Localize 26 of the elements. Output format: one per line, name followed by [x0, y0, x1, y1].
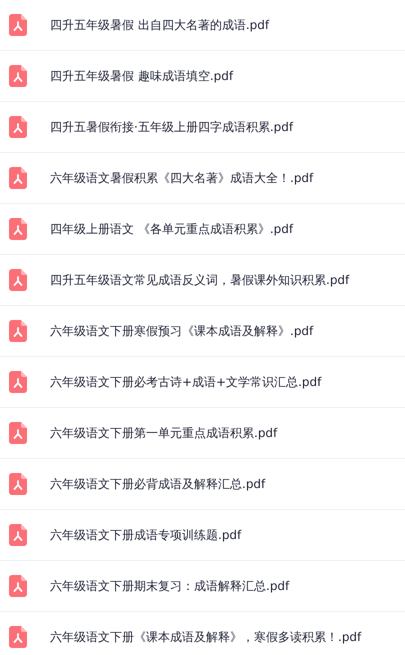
pdf-file-icon: [9, 371, 27, 393]
pdf-file-icon: [9, 14, 27, 36]
file-name[interactable]: 四升五年级暑假 出自四大名著的成语.pdf: [50, 16, 270, 34]
file-name[interactable]: 六年级语文暑假积累《四大名著》成语大全！.pdf: [50, 170, 314, 186]
file-name[interactable]: 四年级上册语文 《各单元重点成语积累》.pdf: [50, 220, 294, 238]
file-name[interactable]: 六年级语文下册必考古诗+成语+文学常识汇总.pdf: [50, 374, 322, 390]
file-name[interactable]: 六年级语文下册成语专项训练题.pdf: [50, 526, 242, 544]
pdf-file-icon: [9, 218, 27, 240]
pdf-file-icon: [9, 575, 27, 597]
file-name[interactable]: 六年级语文下册必背成语及解释汇总.pdf: [50, 476, 266, 492]
file-name[interactable]: 四升五年级暑假 趣味成语填空.pdf: [50, 68, 234, 84]
pdf-file-icon: [9, 422, 27, 444]
pdf-file-icon: [9, 320, 27, 342]
file-name[interactable]: 六年级语文下册《课本成语及解释》，寒假多读积累！.pdf: [50, 628, 362, 646]
pdf-file-icon: [9, 116, 27, 138]
file-name[interactable]: 四升五暑假衔接·五年级上册四字成语积累.pdf: [50, 118, 294, 136]
file-name[interactable]: 六年级语文下册第一单元重点成语积累.pdf: [50, 424, 278, 442]
file-name[interactable]: 六年级语文下册寒假预习《课本成语及解释》.pdf: [50, 322, 314, 340]
pdf-file-icon: [9, 473, 27, 495]
file-name[interactable]: 六年级语文下册期末复习：成语解释汇总.pdf: [50, 578, 290, 594]
pdf-file-icon: [9, 626, 27, 648]
pdf-file-icon: [9, 524, 27, 546]
pdf-file-icon: [9, 167, 27, 189]
pdf-file-icon: [9, 65, 27, 87]
file-name[interactable]: 四升五年级语文常见成语反义词，暑假课外知识积累.pdf: [50, 272, 350, 288]
pdf-file-icon: [9, 269, 27, 291]
